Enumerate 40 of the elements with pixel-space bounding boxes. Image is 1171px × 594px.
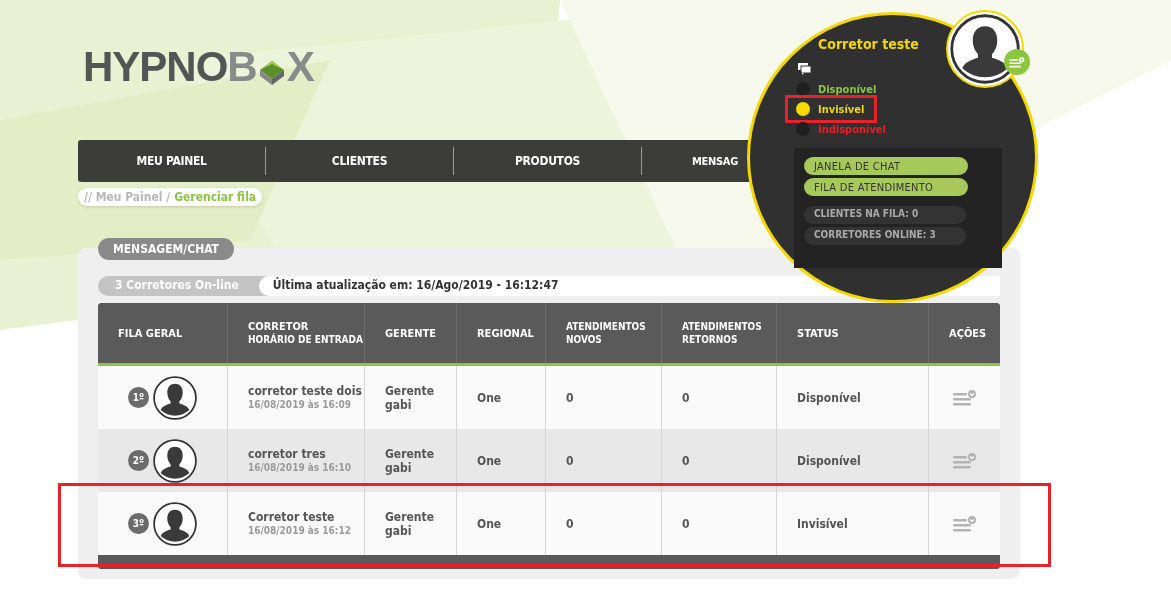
column-subheader: HORÁRIO DE ENTRADA bbox=[248, 333, 364, 346]
stat-label: CORRETORES ONLINE: 3 bbox=[804, 227, 966, 245]
status-radio[interactable] bbox=[796, 102, 810, 116]
column-header: ATENDIMENTOS RETORNOS bbox=[682, 320, 763, 346]
avatar-icon bbox=[153, 438, 197, 483]
column-header: AÇÕES bbox=[949, 326, 988, 340]
queue-action-icon[interactable] bbox=[952, 389, 977, 406]
breadcrumb-current: Gerenciar fila bbox=[174, 190, 257, 204]
stat-label: CLIENTES NA FILA: 0 bbox=[804, 206, 966, 224]
menu-button[interactable]: JANELA DE CHAT bbox=[804, 157, 968, 175]
column-header: GERENTE bbox=[385, 326, 438, 340]
chat-icon[interactable] bbox=[798, 63, 812, 75]
nav-link[interactable]: CLIENTES bbox=[266, 154, 453, 168]
user-name: Corretor teste bbox=[818, 36, 919, 52]
column-header: CORRETOR bbox=[248, 320, 310, 333]
status-option[interactable]: Invisível bbox=[818, 102, 865, 116]
table-cell: 16/08/2019 às 16:10 bbox=[248, 461, 351, 474]
avatar-icon bbox=[153, 375, 197, 420]
table-cell: Corretor teste bbox=[248, 510, 335, 524]
status-radio[interactable] bbox=[796, 122, 810, 136]
position-badge: 3º bbox=[128, 513, 149, 534]
position-badge: 1º bbox=[128, 387, 149, 408]
table-cell: 16/08/2019 às 16:09 bbox=[248, 398, 351, 411]
status-radio[interactable] bbox=[796, 82, 810, 96]
column-header: REGIONAL bbox=[477, 326, 535, 340]
nav-link[interactable]: MENSAG bbox=[642, 154, 738, 168]
column-header: STATUS bbox=[797, 326, 840, 340]
status-option[interactable]: Disponível bbox=[818, 82, 877, 96]
table-cell: corretor tres bbox=[248, 447, 326, 461]
menu-button[interactable]: FILA DE ATENDIMENTO bbox=[804, 178, 968, 196]
profile-avatar bbox=[950, 14, 1020, 84]
nav-link[interactable]: MEU PAINEL bbox=[78, 154, 265, 168]
column-header: FILA GERAL bbox=[118, 326, 184, 340]
table-cell: corretor teste dois bbox=[248, 384, 362, 398]
table-cell: 16/08/2019 às 16:12 bbox=[248, 524, 351, 537]
column-header: ATENDIMENTOS NOVOS bbox=[566, 320, 647, 346]
avatar-icon bbox=[153, 501, 197, 546]
queue-action-icon[interactable] bbox=[952, 515, 977, 532]
position-badge: 2º bbox=[128, 450, 149, 471]
nav-link[interactable]: PRODUTOS bbox=[454, 154, 641, 168]
